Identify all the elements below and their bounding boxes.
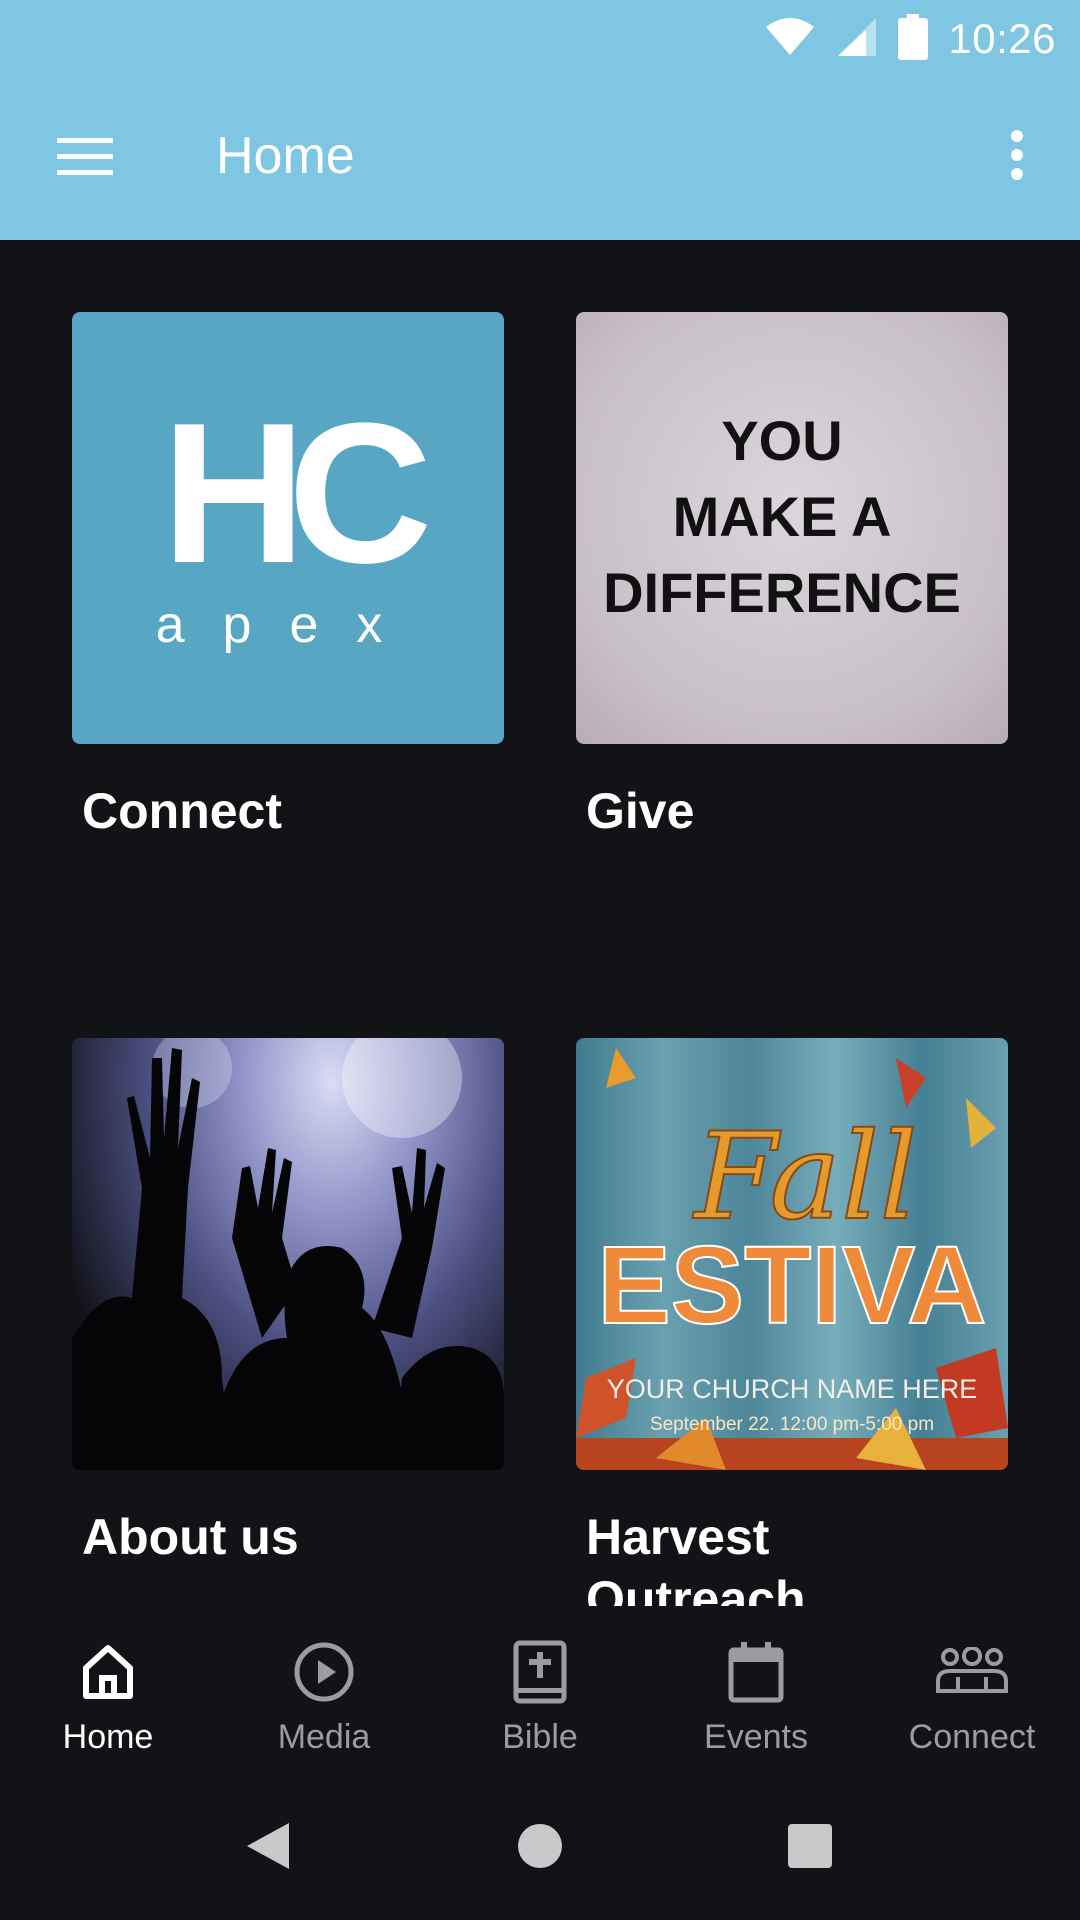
nav-item-media[interactable]: Media <box>216 1606 432 1776</box>
more-vertical-icon <box>1009 129 1025 185</box>
battery-icon <box>898 13 929 65</box>
system-recents-button[interactable] <box>774 1812 846 1884</box>
hamburger-menu-icon <box>57 136 113 181</box>
nav-label: Home <box>62 1718 154 1756</box>
calendar-icon <box>720 1636 792 1708</box>
svg-text:HC: HC <box>162 382 427 605</box>
tile-connect[interactable]: HC apex Connect <box>72 312 504 842</box>
system-home-button[interactable] <box>504 1812 576 1884</box>
group-icon <box>936 1636 1008 1708</box>
svg-text:September 22. 12:00 pm-5:00 pm: September 22. 12:00 pm-5:00 pm <box>650 1414 934 1435</box>
nav-item-home[interactable]: Home <box>0 1606 216 1776</box>
bottom-navigation: Home Media Bible Events Connect <box>0 1606 1080 1776</box>
svg-text:YOUR CHURCH NAME HERE: YOUR CHURCH NAME HERE <box>607 1374 978 1404</box>
page-title: Home <box>216 127 355 185</box>
svg-text:apex: apex <box>156 596 421 654</box>
worship-crowd-image <box>72 1038 504 1470</box>
cell-signal-icon <box>836 16 878 63</box>
tile-label: Harvest Outreach <box>586 1509 806 1606</box>
system-back-button[interactable] <box>232 1812 304 1884</box>
tile-label: Give <box>586 783 695 839</box>
tile-give[interactable]: YOU MAKE A DIFFERENCE Give <box>576 312 1008 842</box>
nav-item-bible[interactable]: Bible <box>432 1606 648 1776</box>
system-navigation-bar <box>0 1776 1080 1920</box>
screen: 10:26 Home HC apex Connect YOU MAKE A DI… <box>0 0 1080 1920</box>
connect-tile-image: HC apex <box>72 312 504 744</box>
status-icons: 10:26 <box>764 10 1056 68</box>
home-icon <box>72 1636 144 1708</box>
svg-text:MAKE A: MAKE A <box>673 485 892 548</box>
bible-icon <box>504 1636 576 1708</box>
wifi-icon <box>764 17 816 62</box>
home-circle-icon <box>517 1823 563 1874</box>
nav-item-events[interactable]: Events <box>648 1606 864 1776</box>
tile-label: Connect <box>82 783 282 839</box>
nav-label: Connect <box>908 1718 1036 1756</box>
nav-label: Events <box>704 1718 808 1756</box>
tile-harvest-outreach[interactable]: Fall ESTIVA YOUR CHURCH NAME HERE Septem… <box>576 1038 1008 1606</box>
tile-label: About us <box>82 1509 299 1565</box>
svg-text:YOU: YOU <box>721 409 842 472</box>
play-icon <box>288 1636 360 1708</box>
tile-about-us[interactable]: About us <box>72 1038 504 1568</box>
back-triangle-icon <box>245 1821 291 1876</box>
app-bar: Home <box>0 78 1080 240</box>
give-tile-image: YOU MAKE A DIFFERENCE <box>576 312 1008 744</box>
menu-button[interactable] <box>40 118 130 198</box>
nav-label: Bible <box>502 1718 578 1756</box>
home-tiles-grid: HC apex Connect YOU MAKE A DIFFERENCE Gi… <box>0 240 1080 1606</box>
svg-text:ESTIVA: ESTIVA <box>597 1224 986 1347</box>
status-time: 10:26 <box>948 15 1056 62</box>
nav-item-connect[interactable]: Connect <box>864 1606 1080 1776</box>
fall-festival-image: Fall ESTIVA YOUR CHURCH NAME HERE Septem… <box>576 1038 1008 1470</box>
overflow-menu-button[interactable] <box>982 114 1052 200</box>
nav-label: Media <box>277 1718 371 1756</box>
status-bar: 10:26 <box>0 0 1080 78</box>
svg-text:DIFFERENCE: DIFFERENCE <box>603 561 961 624</box>
recents-square-icon <box>787 1823 833 1874</box>
